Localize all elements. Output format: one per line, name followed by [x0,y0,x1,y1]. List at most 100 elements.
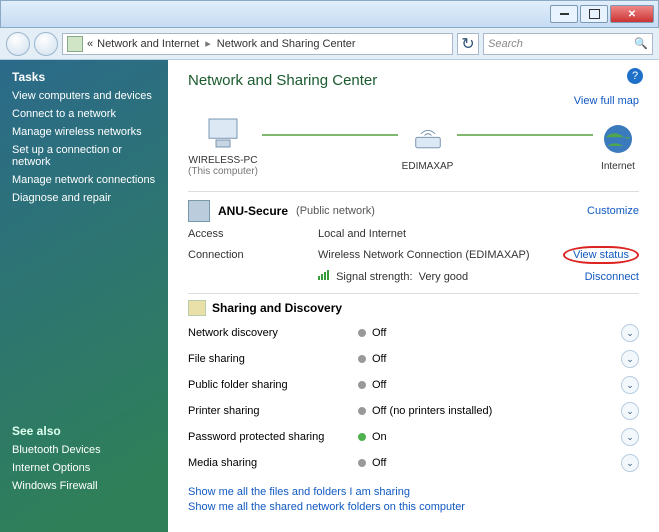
sharing-row-value: Off (no printers installed) [372,405,492,417]
window-maximize-button[interactable] [580,5,608,23]
tasks-heading: Tasks [12,70,156,84]
seealso-heading: See also [12,424,156,438]
sidebar-item-setup-connection[interactable]: Set up a connection or network [12,144,156,168]
sidebar-item-internet-options[interactable]: Internet Options [12,462,156,474]
sidebar-item-windows-firewall[interactable]: Windows Firewall [12,480,156,492]
sharing-row-label: File sharing [188,353,358,365]
access-label: Access [188,228,318,240]
sharing-row-label: Password protected sharing [188,431,358,443]
connection-value-ap: EDIMAXAP [469,249,526,261]
sharing-row-value: On [372,431,387,443]
sharing-row-value: Off [372,353,386,365]
back-button[interactable] [6,32,30,56]
breadcrumb[interactable]: « Network and Internet ▸ Network and Sha… [62,33,453,55]
sidebar-item-diagnose[interactable]: Diagnose and repair [12,192,156,204]
breadcrumb-level-1[interactable]: Network and Internet [97,38,199,50]
map-node-internet-label: Internet [597,161,639,172]
expand-button[interactable]: ⌄ [621,324,639,342]
sharing-row: Password protected sharing On ⌄ [188,424,639,450]
sharing-row: Network discovery Off ⌄ [188,320,639,346]
navigation-bar: « Network and Internet ▸ Network and Sha… [0,28,659,60]
status-dot-icon [358,433,366,441]
access-point-icon [407,121,449,157]
connection-value-suffix: ) [526,249,530,261]
map-node-pc-label: WIRELESS-PC [188,155,258,166]
sharing-icon [188,300,206,316]
expand-button[interactable]: ⌄ [621,402,639,420]
expand-button[interactable]: ⌄ [621,454,639,472]
page-title: Network and Sharing Center [188,72,639,89]
sharing-heading: Sharing and Discovery [212,301,342,315]
view-status-link[interactable]: View status [573,249,629,261]
show-folders-link[interactable]: Show me all the shared network folders o… [188,501,639,513]
help-icon[interactable]: ? [627,68,643,84]
view-full-map-link[interactable]: View full map [188,95,639,107]
network-title-row: ANU-Secure (Public network) Customize [188,191,639,222]
sharing-row-value: Off [372,327,386,339]
signal-strength: Signal strength: Very good [318,270,585,283]
sharing-row-value: Off [372,457,386,469]
signal-label: Signal strength: [336,271,412,283]
network-type: (Public network) [296,205,375,217]
map-connection-line [262,134,398,136]
sidebar-item-connect-network[interactable]: Connect to a network [12,108,156,120]
access-value: Local and Internet [318,228,639,240]
connection-value: Wireless Network Connection (EDIMAXAP) [318,249,563,261]
status-dot-icon [358,459,366,467]
map-node-ap: EDIMAXAP [402,121,454,172]
map-node-internet: Internet [597,121,639,172]
sidebar-item-bluetooth[interactable]: Bluetooth Devices [12,444,156,456]
window-close-button[interactable] [610,5,654,23]
search-placeholder: Search [488,38,630,50]
expand-button[interactable]: ⌄ [621,376,639,394]
breadcrumb-prefix: « [87,38,93,50]
map-node-pc-sub: (This computer) [188,166,258,177]
sidebar-item-manage-wireless[interactable]: Manage wireless networks [12,126,156,138]
sharing-row-value: Off [372,379,386,391]
disconnect-link[interactable]: Disconnect [585,271,639,283]
computer-icon [202,115,244,151]
sharing-section: Sharing and Discovery Network discovery O… [188,293,639,476]
search-icon: 🔍 [634,37,648,50]
status-dot-icon [358,355,366,363]
sharing-row: Media sharing Off ⌄ [188,450,639,476]
sharing-row: File sharing Off ⌄ [188,346,639,372]
sharing-row: Public folder sharing Off ⌄ [188,372,639,398]
expand-button[interactable]: ⌄ [621,350,639,368]
breadcrumb-level-2[interactable]: Network and Sharing Center [217,38,356,50]
view-status-highlight: View status [563,246,639,264]
show-files-link[interactable]: Show me all the files and folders I am s… [188,486,639,498]
control-panel-icon [67,36,83,52]
status-dot-icon [358,329,366,337]
sidebar: Tasks View computers and devices Connect… [0,60,168,532]
status-dot-icon [358,381,366,389]
network-icon [188,200,210,222]
search-input[interactable]: Search 🔍 [483,33,653,55]
network-map: WIRELESS-PC (This computer) EDIMAXAP Int… [188,115,639,177]
connection-label: Connection [188,249,318,261]
sidebar-item-view-computers[interactable]: View computers and devices [12,90,156,102]
customize-link[interactable]: Customize [587,205,639,217]
content-pane: ? Network and Sharing Center View full m… [168,60,659,532]
sharing-row-label: Media sharing [188,457,358,469]
window-minimize-button[interactable] [550,5,578,23]
sharing-row-label: Network discovery [188,327,358,339]
map-node-ap-label: EDIMAXAP [402,161,454,172]
sharing-row-label: Printer sharing [188,405,358,417]
sharing-row-label: Public folder sharing [188,379,358,391]
chevron-right-icon: ▸ [203,37,213,50]
signal-value: Very good [419,271,469,283]
connection-value-prefix: Wireless Network Connection ( [318,249,469,261]
status-dot-icon [358,407,366,415]
window-titlebar [0,0,659,28]
refresh-button[interactable]: ↻ [457,33,479,55]
forward-button[interactable] [34,32,58,56]
map-connection-line [457,134,593,136]
network-name: ANU-Secure [218,204,288,218]
expand-button[interactable]: ⌄ [621,428,639,446]
map-node-this-pc: WIRELESS-PC (This computer) [188,115,258,177]
globe-icon [597,121,639,157]
sharing-row: Printer sharing Off (no printers installe… [188,398,639,424]
sidebar-item-manage-connections[interactable]: Manage network connections [12,174,156,186]
signal-bars-icon [318,270,329,280]
